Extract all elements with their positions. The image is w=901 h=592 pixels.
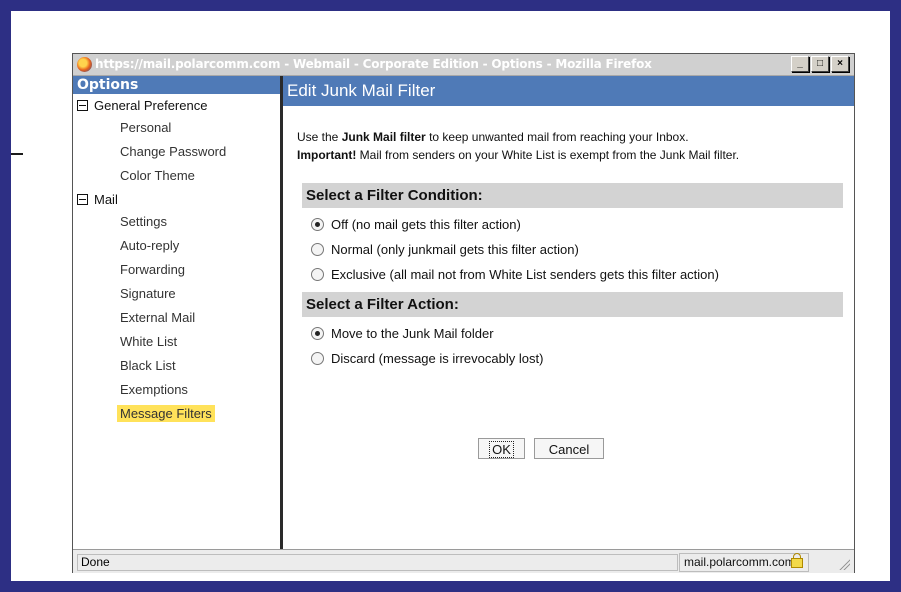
sidebar-item-forwarding[interactable]: Forwarding	[73, 258, 280, 282]
close-button[interactable]: ×	[831, 56, 849, 72]
cancel-button[interactable]: Cancel	[534, 438, 604, 459]
sidebar-item-message-filters[interactable]: Message Filters	[73, 402, 280, 426]
radio-button[interactable]	[311, 243, 324, 256]
screenshot-canvas: https://mail.polarcomm.com - Webmail - C…	[11, 11, 890, 581]
radio-button[interactable]	[311, 218, 324, 231]
radio-button[interactable]	[311, 352, 324, 365]
minimize-button[interactable]: _	[791, 56, 809, 72]
radio-button[interactable]	[311, 268, 324, 281]
condition-option-exclusive[interactable]: Exclusive (all mail not from White List …	[311, 267, 719, 282]
group-mail[interactable]: Mail	[73, 188, 280, 210]
sidebar-item-auto-reply[interactable]: Auto-reply	[73, 234, 280, 258]
sidebar-item-signature[interactable]: Signature	[73, 282, 280, 306]
condition-option-off[interactable]: Off (no mail gets this filter action)	[311, 217, 521, 232]
sidebar-header: Options	[73, 76, 280, 94]
window-title: https://mail.polarcomm.com - Webmail - C…	[95, 57, 652, 71]
collapse-icon[interactable]	[77, 99, 88, 111]
title-bar: https://mail.polarcomm.com - Webmail - C…	[73, 54, 854, 76]
sidebar-item-color-theme[interactable]: Color Theme	[73, 164, 280, 188]
status-text: Done	[77, 554, 678, 571]
sidebar-item-settings[interactable]: Settings	[73, 210, 280, 234]
collapse-icon[interactable]	[77, 193, 88, 205]
main-content: Edit Junk Mail Filter Use the Junk Mail …	[283, 76, 854, 549]
lock-icon[interactable]	[791, 553, 803, 568]
intro-text: Use the Junk Mail filter to keep unwante…	[297, 128, 852, 164]
group-label: Mail	[94, 191, 118, 207]
status-bar: Done mail.polarcomm.com	[73, 549, 854, 573]
sidebar-item-exemptions[interactable]: Exemptions	[73, 378, 280, 402]
intro-line-2: Important! Mail from senders on your Whi…	[297, 148, 740, 162]
resize-grip-icon[interactable]	[838, 558, 850, 570]
sidebar-item-personal[interactable]: Personal	[73, 116, 280, 140]
options-sidebar: Options General Preference Personal Chan…	[73, 76, 283, 549]
group-label: General Preference	[94, 97, 208, 113]
browser-window: https://mail.polarcomm.com - Webmail - C…	[72, 53, 855, 573]
window-controls: _ □ ×	[791, 56, 849, 72]
firefox-icon	[77, 57, 92, 72]
sidebar-item-change-password[interactable]: Change Password	[73, 140, 280, 164]
intro-line-1: Use the Junk Mail filter to keep unwante…	[297, 130, 689, 144]
sidebar-item-external-mail[interactable]: External Mail	[73, 306, 280, 330]
maximize-button[interactable]: □	[811, 56, 829, 72]
status-domain: mail.polarcomm.com	[679, 553, 809, 572]
action-option-move[interactable]: Move to the Junk Mail folder	[311, 326, 494, 341]
filter-condition-heading: Select a Filter Condition:	[302, 183, 843, 208]
sidebar-item-white-list[interactable]: White List	[73, 330, 280, 354]
edge-line	[11, 153, 23, 155]
filter-action-heading: Select a Filter Action:	[302, 292, 843, 317]
page-title: Edit Junk Mail Filter	[283, 76, 854, 106]
sidebar-item-black-list[interactable]: Black List	[73, 354, 280, 378]
action-option-discard[interactable]: Discard (message is irrevocably lost)	[311, 351, 543, 366]
ok-button[interactable]: OK	[478, 438, 525, 459]
group-general-preference[interactable]: General Preference	[73, 94, 280, 116]
radio-button[interactable]	[311, 327, 324, 340]
condition-option-normal[interactable]: Normal (only junkmail gets this filter a…	[311, 242, 579, 257]
